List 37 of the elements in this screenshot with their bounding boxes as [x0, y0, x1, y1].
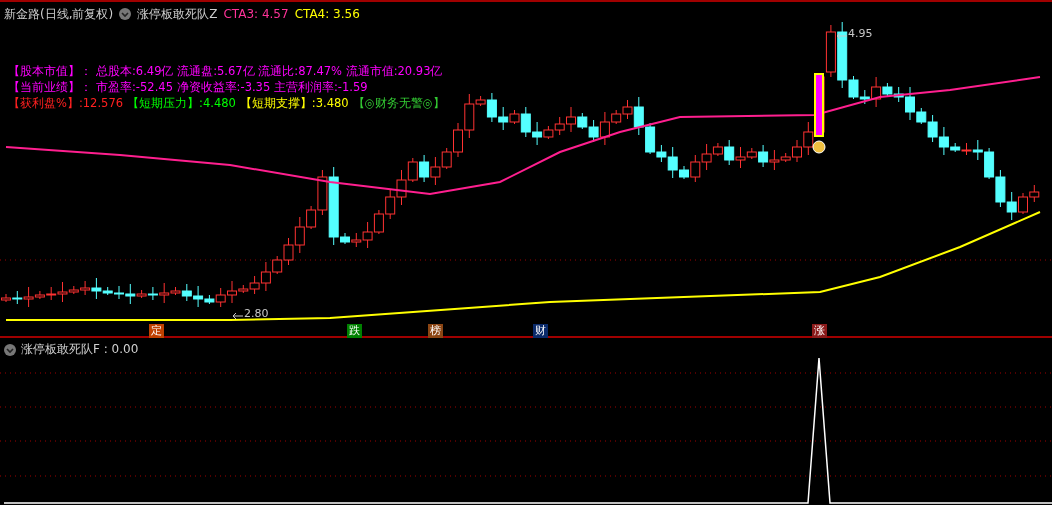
candlestick [995, 169, 1006, 208]
info-text: 【当前业绩】： [8, 80, 92, 95]
candlestick [385, 189, 396, 220]
limit-up-bar [814, 73, 824, 137]
indicator-value: CTA4: 3.56 [294, 7, 360, 21]
indicator-name: 涨停板敢死队Z [137, 5, 218, 23]
candlestick [407, 157, 418, 183]
info-text: 【获利盘%】:12.576 [8, 96, 124, 111]
indicator-value: CTA3: 4.57 [223, 7, 289, 21]
signal-marker: 定 [149, 324, 164, 338]
info-text: 【短期支撑】:3.480 [239, 96, 349, 111]
candlestick [1006, 191, 1017, 221]
candlestick [396, 169, 407, 206]
info-text: 市盈率:-52.45 净资收益率:-3.35 主营利润率:-1.59 [96, 80, 368, 95]
candlestick [554, 116, 565, 136]
candlestick [419, 154, 430, 183]
chart-title: 新金路(日线,前复权) [4, 5, 114, 23]
arrow-icon [232, 312, 243, 320]
price-label: 4.95 [848, 27, 873, 40]
info-text: 总股本:6.49亿 流通盘:5.67亿 流通比:87.47% 流通市值:20.93亿 [96, 64, 443, 79]
candlestick [1018, 192, 1028, 215]
dropdown-icon[interactable] [4, 343, 16, 356]
indicator-name: 涨停板敢死队F : 0.00 [21, 341, 139, 358]
dropdown-icon[interactable] [119, 8, 132, 20]
candlestick [373, 209, 384, 235]
info-text: 【◎财务无警◎】 [352, 96, 445, 111]
signal-marker: 涨 [812, 324, 827, 338]
info-text: 【股本市值】： [8, 64, 92, 79]
info-text: 【短期压力】:4.480 [127, 96, 236, 111]
candlestick [825, 24, 836, 78]
price-label: 2.80 [244, 307, 269, 320]
candlestick [1029, 184, 1040, 203]
candlestick [430, 156, 441, 186]
signal-marker: 榜 [428, 324, 443, 338]
signal-marker: 财 [533, 324, 548, 338]
arrow-icon [836, 32, 847, 40]
signal-marker: 跌 [347, 324, 362, 338]
